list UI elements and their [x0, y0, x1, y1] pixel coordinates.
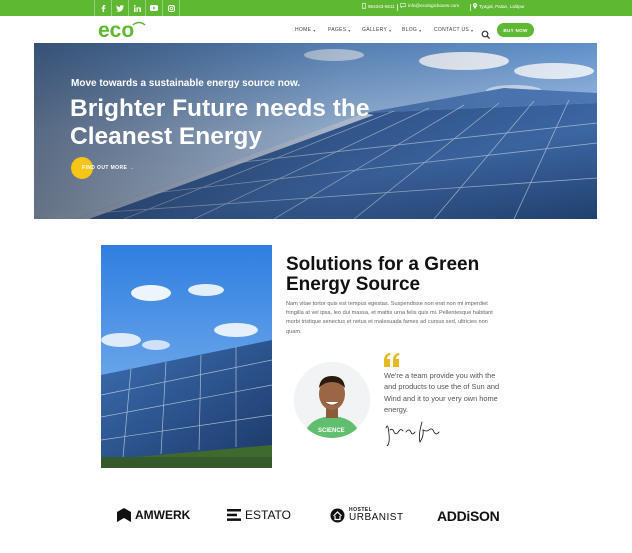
nav-pages[interactable]: PAGES ▾ [328, 27, 351, 33]
linkedin-icon[interactable] [129, 0, 145, 16]
chat-icon [400, 3, 406, 8]
brand-estato: ESTATO [227, 508, 291, 522]
location-contact[interactable]: Tyagal, Patan, Lalitpur [473, 3, 525, 9]
divider [397, 4, 398, 11]
nav-gallery[interactable]: GALLERY ▾ [362, 27, 391, 33]
facebook-icon[interactable] [95, 0, 111, 16]
divider [470, 4, 471, 11]
buy-now-button[interactable]: BUY NOW [497, 23, 534, 37]
location-text: Tyagal, Patan, Lalitpur [479, 3, 525, 9]
nav-home[interactable]: HOME ▾ [295, 27, 316, 33]
email-text: info@ecologicboxes.com [408, 3, 460, 8]
nav-contact-us[interactable]: CONTACT US ▾ [434, 27, 473, 33]
signature-image [384, 418, 444, 447]
brand-amwerk: AMWERK [117, 508, 190, 522]
eco-logo[interactable]: eco [98, 19, 150, 42]
find-out-more-button[interactable]: FIND OUT MORE → [71, 157, 134, 179]
chevron-down-icon: ▾ [313, 27, 316, 33]
chevron-down-icon: ▾ [419, 27, 422, 33]
nav-blog[interactable]: BLOG ▾ [402, 27, 421, 33]
phone-icon [362, 3, 366, 9]
phone-text: 984343-5611 [368, 3, 395, 9]
youtube-icon[interactable] [146, 0, 162, 16]
location-pin-icon [473, 3, 477, 9]
hero-banner: Move towards a sustainable energy source… [34, 43, 597, 219]
svg-text:eco: eco [98, 19, 134, 41]
solutions-title: Solutions for a Green Energy Source [286, 254, 480, 295]
quote-icon [384, 352, 400, 367]
amwerk-logo-icon [117, 508, 131, 522]
chevron-down-icon: ▾ [348, 27, 351, 33]
chevron-down-icon: ▾ [389, 27, 392, 33]
solutions-paragraph: Nam vitae tortor quis est tempus egestas… [286, 301, 493, 335]
cta-label: FIND OUT MORE → [82, 165, 135, 171]
email-contact[interactable]: info@ecologicboxes.com [400, 3, 459, 8]
instagram-icon[interactable] [163, 0, 179, 16]
search-icon[interactable] [481, 25, 491, 40]
twitter-icon[interactable] [112, 0, 128, 16]
chevron-down-icon: ▾ [471, 27, 474, 33]
testimonial-quote: We're a team provide you with the and pr… [384, 371, 500, 415]
top-bar: 984343-5611 info@ecologicboxes.com Tyaga… [0, 0, 632, 16]
urbanist-logo-icon [330, 508, 345, 523]
avatar: SCIENCE [294, 362, 370, 438]
phone-contact[interactable]: 984343-5611 [362, 3, 395, 9]
hero-title: Brighter Future needs the Cleanest Energ… [70, 95, 370, 150]
hero-pretitle: Move towards a sustainable energy source… [71, 78, 301, 89]
solar-field-image [101, 245, 272, 468]
estato-logo-icon [227, 509, 241, 521]
svg-text:SCIENCE: SCIENCE [318, 428, 345, 434]
brand-hostel-urbanist: HOSTEL URBANIST [330, 508, 404, 523]
brand-addison: ADDiSON [437, 508, 500, 524]
divider [179, 0, 180, 16]
